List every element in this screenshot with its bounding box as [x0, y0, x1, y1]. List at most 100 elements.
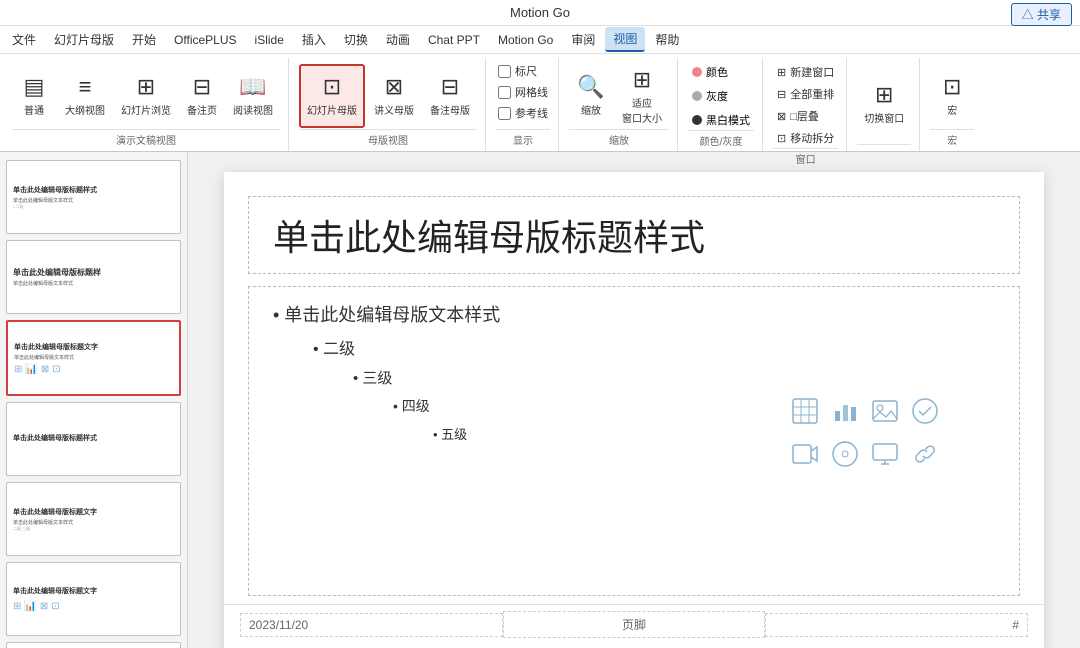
guides-checkbox[interactable]	[498, 107, 511, 120]
switch-window-icon: ⊞	[875, 82, 893, 108]
thumb-icon-6-3: ⊠	[40, 601, 48, 612]
arrange-all-button[interactable]: ⊟ 全部重排	[773, 84, 838, 104]
group-label-zoom: 缩放	[569, 129, 669, 147]
shape-icon	[911, 397, 939, 432]
slide-thumb-inner-1: 单击此处编辑母版标题样式 单击此处编辑母版文本样式 • 二级	[9, 163, 178, 231]
share-button[interactable]: △ 共享	[1011, 3, 1072, 26]
link-icon	[911, 440, 939, 475]
reading-view-button[interactable]: 📖 阅读视图	[226, 64, 280, 128]
menu-item-审阅[interactable]: 审阅	[563, 28, 603, 51]
chart-icon	[831, 397, 859, 432]
app-title: Motion Go	[510, 5, 570, 20]
arrange-all-label: 全部重排	[790, 86, 834, 102]
reading-view-label: 阅读视图	[233, 102, 273, 117]
new-window-icon: ⊞	[777, 66, 786, 79]
footer-date: 2023/11/20	[240, 613, 503, 637]
new-window-button[interactable]: ⊞新建窗口	[773, 62, 838, 82]
content-l2: • 二级	[313, 335, 995, 359]
ribbon: ▤ 普通 ≡ 大纲视图 ⊞ 幻灯片浏览 ⊟ 备注页 📖 阅读视图	[0, 54, 1080, 152]
thumb-icon-6-1: ⊞	[13, 601, 21, 612]
group-label-switchwindow	[857, 144, 911, 147]
notes-master-button[interactable]: ⊟ 备注母版	[423, 64, 477, 128]
menu-item-Chat PPT[interactable]: Chat PPT	[420, 30, 488, 50]
thumb-text-3: 单击此处编辑母版文本样式	[14, 354, 173, 361]
menu-item-帮助[interactable]: 帮助	[647, 28, 687, 51]
thumb-title-1: 单击此处编辑母版标题样式	[13, 185, 174, 195]
menu-item-开始[interactable]: 开始	[124, 28, 164, 51]
zoom-button[interactable]: 🔍 缩放	[569, 64, 613, 128]
menu-item-插入[interactable]: 插入	[294, 28, 334, 51]
icons-row-2	[791, 440, 939, 475]
presentation-view-buttons: ▤ 普通 ≡ 大纲视图 ⊞ 幻灯片浏览 ⊟ 备注页 📖 阅读视图	[12, 62, 280, 129]
slide-master-icon: ⊡	[323, 74, 341, 100]
group-label-macro: 宏	[930, 129, 974, 147]
thumb-icons-6: ⊞ 📊 ⊠ ⊡	[13, 601, 174, 612]
ribbon-group-color: 颜色 灰度 黑白模式 颜色/灰度	[680, 58, 763, 151]
handout-master-label: 讲义母版	[374, 102, 414, 117]
menu-item-iSlide[interactable]: iSlide	[247, 30, 292, 50]
cascade-button[interactable]: ⊠□层叠	[773, 106, 823, 126]
menu-item-切换[interactable]: 切换	[336, 28, 376, 51]
menu-item-动画[interactable]: 动画	[378, 28, 418, 51]
macro-button[interactable]: ⊡ 宏	[930, 64, 974, 128]
macro-icon: ⊡	[943, 74, 961, 100]
zoom-buttons: 🔍 缩放 ⊞ 适应窗口大小	[569, 62, 669, 129]
slide-thumb-7[interactable]: 7 单击此处编辑母版标题样式	[6, 642, 181, 648]
window-buttons: ⊞新建窗口 ⊟ 全部重排 ⊠□层叠 ⊡移动拆分	[773, 62, 838, 148]
thumb-icon-3-4: ⊡	[52, 364, 60, 375]
normal-view-button[interactable]: ▤ 普通	[12, 64, 56, 128]
slide-master-button[interactable]: ⊡ 幻灯片母版	[299, 64, 365, 128]
fit-window-button[interactable]: ⊞ 适应窗口大小	[615, 64, 669, 128]
slide-master-label: 幻灯片母版	[307, 102, 357, 117]
normal-view-label: 普通	[24, 102, 44, 117]
footer-bottom-spacer	[224, 644, 1044, 648]
thumb-sub-5: 二级 三级	[13, 526, 174, 532]
title-area[interactable]: 单击此处编辑母版标题样式	[248, 196, 1020, 274]
grayscale-label: 灰度	[706, 88, 728, 104]
menu-bar: 文件幻灯片母版开始OfficePLUSiSlide插入切换动画Chat PPTM…	[0, 26, 1080, 54]
guides-checkbox-row[interactable]: 参考线	[496, 104, 550, 122]
slide-thumb-2[interactable]: 2 单击此处编辑母版标题样 单击此处编辑母版文本样式	[6, 240, 181, 314]
color-mode-label: 颜色	[706, 64, 728, 80]
gridlines-checkbox-row[interactable]: 网格线	[496, 83, 550, 101]
thumb-text-2: 单击此处编辑母版文本样式	[13, 280, 174, 287]
split-pane-button[interactable]: ⊡移动拆分	[773, 128, 838, 148]
menu-item-Motion Go[interactable]: Motion Go	[490, 30, 561, 50]
thumb-title-2: 单击此处编辑母版标题样	[13, 267, 174, 278]
grayscale-button[interactable]: 灰度	[688, 86, 732, 106]
notes-page-button[interactable]: ⊟ 备注页	[180, 64, 224, 128]
gridlines-checkbox[interactable]	[498, 86, 511, 99]
main-area: 1 单击此处编辑母版标题样式 单击此处编辑母版文本样式 • 二级 2 单击此处编…	[0, 152, 1080, 648]
menu-item-视图[interactable]: 视图	[605, 27, 645, 52]
color-mode-button[interactable]: 颜色	[688, 62, 732, 82]
content-area[interactable]: • 单击此处编辑母版文本样式 • 二级 • 三级 • 四级 • 五级	[248, 286, 1020, 596]
slide-thumb-6[interactable]: 6 单击此处编辑母版标题文字 ⊞ 📊 ⊠ ⊡	[6, 562, 181, 636]
slide-thumb-5[interactable]: 5 单击此处编辑母版标题文字 单击此处编辑母版文本样式 二级 三级	[6, 482, 181, 556]
footer-spacer	[224, 596, 1044, 604]
thumb-icon-6-4: ⊡	[51, 601, 59, 612]
fit-window-label: 适应窗口大小	[622, 95, 662, 125]
zoom-label: 缩放	[581, 102, 601, 117]
slidesorter-button[interactable]: ⊞ 幻灯片浏览	[114, 64, 178, 128]
slide-thumb-4[interactable]: 4 单击此处编辑母版标题样式	[6, 402, 181, 476]
slide-thumb-3[interactable]: 3 单击此处编辑母版标题文字 单击此处编辑母版文本样式 ⊞ 📊 ⊠ ⊡	[6, 320, 181, 396]
footer-page: #	[765, 613, 1028, 637]
handout-master-button[interactable]: ⊠ 讲义母版	[367, 64, 421, 128]
cascade-icon: ⊠	[777, 110, 786, 123]
menu-item-幻灯片母版[interactable]: 幻灯片母版	[46, 28, 122, 51]
ruler-checkbox-row[interactable]: 标尺	[496, 62, 539, 80]
switch-window-button[interactable]: ⊞ 切换窗口	[857, 71, 911, 135]
switchwindow-buttons: ⊞ 切换窗口	[857, 62, 911, 144]
blackwhite-button[interactable]: 黑白模式	[688, 110, 754, 130]
thumb-icon-3-3: ⊠	[41, 364, 49, 375]
arrange-all-icon: ⊟	[777, 88, 786, 101]
ruler-checkbox[interactable]	[498, 65, 511, 78]
outline-view-button[interactable]: ≡ 大纲视图	[58, 64, 112, 128]
ribbon-content: ▤ 普通 ≡ 大纲视图 ⊞ 幻灯片浏览 ⊟ 备注页 📖 阅读视图	[0, 54, 1080, 151]
color-buttons: 颜色 灰度 黑白模式	[688, 62, 754, 130]
slide-thumb-1[interactable]: 1 单击此处编辑母版标题样式 单击此处编辑母版文本样式 • 二级	[6, 160, 181, 234]
group-label-color: 颜色/灰度	[688, 130, 754, 148]
thumb-title-5: 单击此处编辑母版标题文字	[13, 507, 174, 517]
menu-item-OfficePLUS[interactable]: OfficePLUS	[166, 30, 244, 50]
menu-item-文件[interactable]: 文件	[4, 28, 44, 51]
